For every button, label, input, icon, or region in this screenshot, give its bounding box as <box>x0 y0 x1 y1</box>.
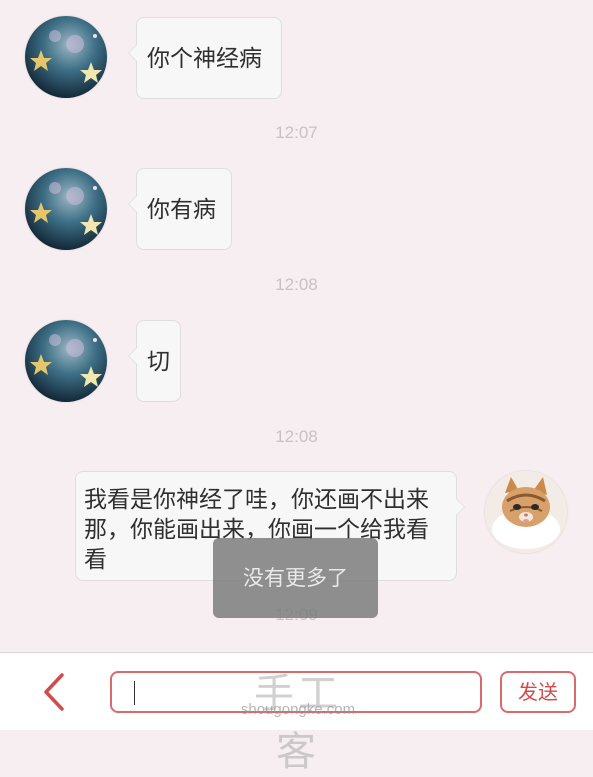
chat-area[interactable]: 你个神经病 12:07 你有病 12:08 切 12:08 我看是你神经了哇，你… <box>0 0 593 652</box>
input-bar: 发送 手工客 shougongke.com <box>0 652 593 775</box>
message-timestamp: 12:08 <box>275 275 318 294</box>
message-text: 你个神经病 <box>147 46 262 72</box>
contact-avatar[interactable] <box>25 320 107 402</box>
message-bubble[interactable]: 你有病 <box>128 168 232 250</box>
message-text: 你有病 <box>147 197 216 223</box>
message-bubble[interactable]: 切 <box>128 320 181 402</box>
message-input[interactable] <box>110 671 482 713</box>
back-button[interactable] <box>30 667 80 717</box>
message-timestamp: 12:08 <box>275 427 318 446</box>
message-bubble[interactable]: 你个神经病 <box>128 17 282 99</box>
starry-avatar-image <box>25 168 107 250</box>
no-more-toast: 没有更多了 <box>213 538 378 618</box>
text-caret <box>134 681 135 705</box>
contact-avatar[interactable] <box>25 16 107 98</box>
send-button[interactable]: 发送 <box>500 671 576 713</box>
chevron-left-icon <box>44 673 64 711</box>
contact-avatar[interactable] <box>25 168 107 250</box>
self-avatar[interactable] <box>485 471 567 553</box>
message-timestamp: 12:07 <box>275 123 318 142</box>
starry-avatar-image <box>25 320 107 402</box>
kitten-avatar-image <box>485 471 567 553</box>
starry-avatar-image <box>25 16 107 98</box>
message-text: 切 <box>147 349 170 375</box>
